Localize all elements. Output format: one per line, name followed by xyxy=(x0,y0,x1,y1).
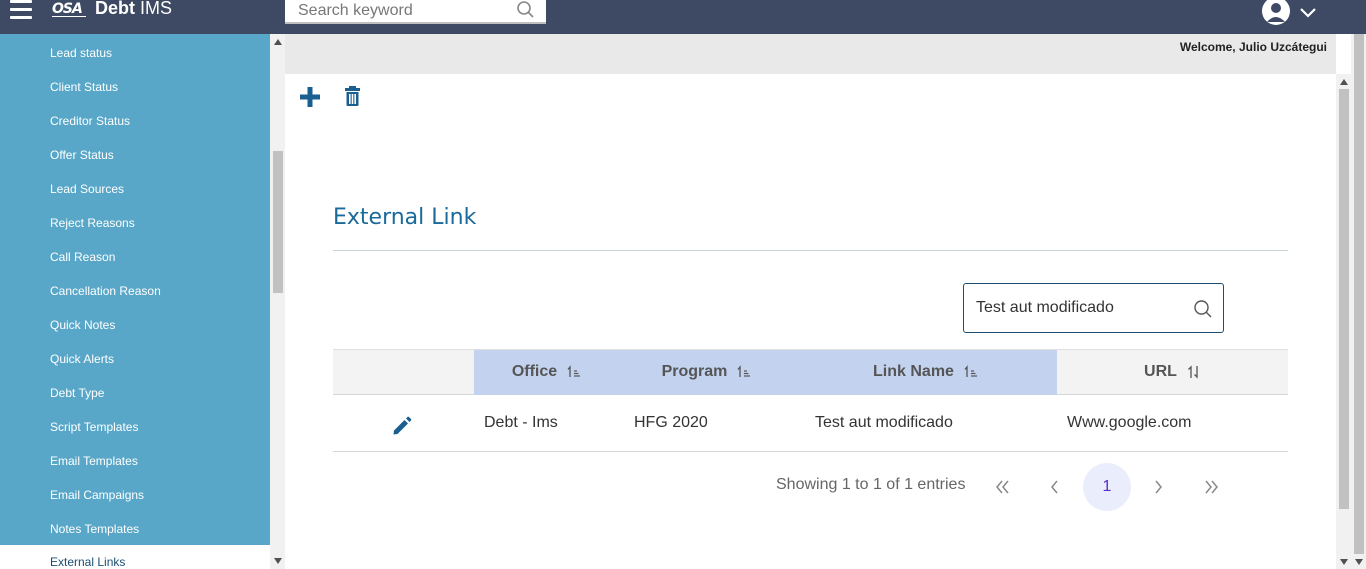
search-box xyxy=(285,0,546,24)
previous-page-icon[interactable] xyxy=(1030,463,1078,511)
search-icon[interactable] xyxy=(1193,299,1213,319)
scroll-up-icon[interactable] xyxy=(272,37,284,47)
sidebar-item-reject-reasons[interactable]: Reject Reasons xyxy=(0,206,270,240)
sidebar-item-lead-status[interactable]: Lead status xyxy=(0,36,270,70)
pagination-summary: Showing 1 to 1 of 1 entries xyxy=(776,476,966,493)
logo: OSA xyxy=(52,0,88,18)
sort-ascending-icon[interactable] xyxy=(567,364,581,379)
column-header-office[interactable]: Office xyxy=(474,350,619,395)
column-header-label: Program xyxy=(661,363,728,380)
sidebar-item-offer-status[interactable]: Offer Status xyxy=(0,138,270,172)
welcome-bar: Welcome, Julio Uzcátegui xyxy=(285,34,1336,74)
cell-link-name: Test aut modificado xyxy=(815,414,953,431)
sidebar-scrollbar-thumb[interactable] xyxy=(273,151,283,293)
sidebar-item-notes-templates[interactable]: Notes Templates xyxy=(0,512,270,546)
column-header-label: Link Name xyxy=(873,363,954,380)
last-page-icon[interactable] xyxy=(1188,463,1236,511)
cell-office: Debt - Ims xyxy=(484,414,558,431)
sidebar-item-email-campaigns[interactable]: Email Campaigns xyxy=(0,478,270,512)
app-title: Debt IMS xyxy=(95,0,172,19)
app-title-bold: Debt xyxy=(95,0,135,18)
top-bar: OSA Debt IMS xyxy=(0,0,1366,34)
column-header-link-name[interactable]: Link Name xyxy=(794,350,1057,395)
sidebar-item-quick-notes[interactable]: Quick Notes xyxy=(0,308,270,342)
sidebar-item-script-templates[interactable]: Script Templates xyxy=(0,410,270,444)
sort-ascending-icon[interactable] xyxy=(964,364,978,379)
plus-icon[interactable] xyxy=(299,86,321,108)
menu-icon[interactable] xyxy=(10,0,34,22)
table-row: Debt - Ims HFG 2020 Test aut modificado … xyxy=(333,395,1288,452)
sidebar-item-lead-sources[interactable]: Lead Sources xyxy=(0,172,270,206)
sidebar-item-email-templates[interactable]: Email Templates xyxy=(0,444,270,478)
table-header: Office Program Link Name URL xyxy=(333,349,1288,395)
scroll-down-icon[interactable] xyxy=(1339,558,1349,566)
sidebar-item-debt-type[interactable]: Debt Type xyxy=(0,376,270,410)
first-page-icon[interactable] xyxy=(977,463,1025,511)
sidebar-item-quick-alerts[interactable]: Quick Alerts xyxy=(0,342,270,376)
pencil-icon[interactable] xyxy=(391,415,413,437)
sidebar: Lead status Client Status Creditor Statu… xyxy=(0,34,270,569)
sidebar-item-call-reason[interactable]: Call Reason xyxy=(0,240,270,274)
trash-icon[interactable] xyxy=(344,85,361,107)
cell-program: HFG 2020 xyxy=(634,414,708,431)
page-scrollbar-thumb[interactable] xyxy=(1354,34,1364,554)
sidebar-item-cancellation-reason[interactable]: Cancellation Reason xyxy=(0,274,270,308)
chevron-down-icon[interactable] xyxy=(1298,5,1318,19)
cell-url: Www.google.com xyxy=(1067,414,1192,431)
column-header-label: URL xyxy=(1144,363,1177,380)
app-title-rest: IMS xyxy=(135,0,173,18)
column-header-url[interactable]: URL xyxy=(1057,350,1288,395)
sidebar-scrollbar[interactable] xyxy=(270,34,285,569)
scroll-down-icon[interactable] xyxy=(272,556,284,566)
search-input[interactable] xyxy=(285,0,505,22)
page-1-button[interactable]: 1 xyxy=(1083,463,1131,511)
user-avatar-icon[interactable] xyxy=(1261,0,1291,26)
sidebar-item-client-status[interactable]: Client Status xyxy=(0,70,270,104)
sidebar-item-external-links[interactable]: External Links xyxy=(0,545,270,569)
page-title: External Link xyxy=(333,205,477,230)
next-page-icon[interactable] xyxy=(1135,463,1183,511)
search-icon[interactable] xyxy=(516,0,536,20)
table-search-input[interactable] xyxy=(964,284,1184,332)
title-divider xyxy=(333,250,1288,251)
content-scrollbar-thumb[interactable] xyxy=(1339,89,1349,509)
scroll-up-icon[interactable] xyxy=(1339,78,1349,86)
scroll-down-icon[interactable] xyxy=(1354,558,1364,566)
sort-ascending-icon[interactable] xyxy=(737,364,751,379)
sort-icon[interactable] xyxy=(1187,365,1201,379)
sidebar-item-creditor-status[interactable]: Creditor Status xyxy=(0,104,270,138)
column-header-program[interactable]: Program xyxy=(619,350,794,395)
column-header-label: Office xyxy=(511,363,558,380)
welcome-text: Welcome, Julio Uzcátegui xyxy=(1179,40,1327,54)
table-filter xyxy=(963,283,1224,333)
